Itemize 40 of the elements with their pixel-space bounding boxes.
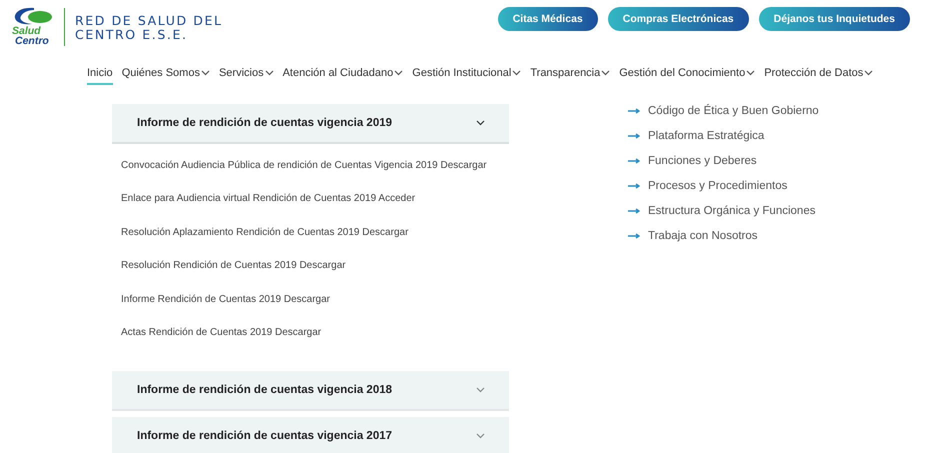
document-link[interactable]: Actas Rendición de Cuentas 2019 Descargar <box>121 326 322 340</box>
sidebar-link[interactable]: Estructura Orgánica y Funciones <box>648 204 816 216</box>
nav-item[interactable]: Quiénes Somos <box>122 67 210 85</box>
header-button[interactable]: Compras Electrónicas <box>608 7 749 31</box>
organization-name: RED DE SALUD DEL <box>75 14 223 28</box>
organization-name: CENTRO E.S.E. <box>75 28 189 42</box>
arrow-icon <box>628 108 640 114</box>
document-link[interactable]: Convocación Audiencia Pública de rendición de Cuentas Vigencia 2019 Descargar <box>121 159 487 173</box>
nav-item[interactable]: Gestión Institucional <box>412 67 522 85</box>
document-link[interactable]: Resolución Rendición de Cuentas 2019 Descargar <box>121 259 346 274</box>
sidebar-link[interactable]: Código de Ética y Buen Gobierno <box>648 104 819 116</box>
sidebar-link[interactable]: Plataforma Estratégica <box>648 130 764 142</box>
accordion-header[interactable]: Informe de rendición de cuentas vigencia 2018 <box>112 371 509 412</box>
arrow-icon <box>628 132 640 138</box>
arrow-icon <box>628 208 640 214</box>
header-button[interactable]: Citas Médicas <box>498 7 598 31</box>
accordion-header[interactable]: Informe de rendición de cuentas vigencia 2019 <box>112 104 509 144</box>
nav-item[interactable]: Servicios <box>218 67 274 85</box>
arrow-icon <box>628 158 640 164</box>
sidebar-link[interactable]: Funciones y Deberes <box>648 154 757 166</box>
nav-item[interactable]: Atención al Ciudadano <box>282 67 404 85</box>
document-link[interactable]: Enlace para Audiencia virtual Rendición de Cuentas 2019 Acceder <box>121 192 416 206</box>
header-button[interactable]: Déjanos tus Inquietudes <box>758 7 910 31</box>
nav-item[interactable]: Transparencia <box>530 67 610 85</box>
logo-text: Salud <box>12 26 41 36</box>
logo[interactable]: Salud Centro <box>12 6 58 47</box>
nav-item[interactable]: Protección de Datos <box>764 67 874 85</box>
arrow-icon <box>628 182 640 188</box>
sidebar-link[interactable]: Procesos y Procedimientos <box>648 180 788 192</box>
chevron-icon <box>476 433 485 440</box>
arrow-icon <box>628 232 640 238</box>
nav-item[interactable]: Gestión del Conocimiento <box>619 67 756 85</box>
chevron-icon <box>476 387 485 394</box>
logo-text: Centro <box>14 36 49 47</box>
nav-item[interactable]: Inicio <box>87 67 113 85</box>
document-link[interactable]: Informe Rendición de Cuentas 2019 Descargar <box>121 292 330 307</box>
sidebar-link[interactable]: Trabaja con Nosotros <box>648 230 758 242</box>
chevron-icon <box>476 120 485 126</box>
accordion-header[interactable]: Informe de rendición de cuentas vigencia 2017 <box>112 417 509 453</box>
document-link[interactable]: Resolución Aplazamiento Rendición de Cuentas 2019 Descargar <box>121 226 408 240</box>
